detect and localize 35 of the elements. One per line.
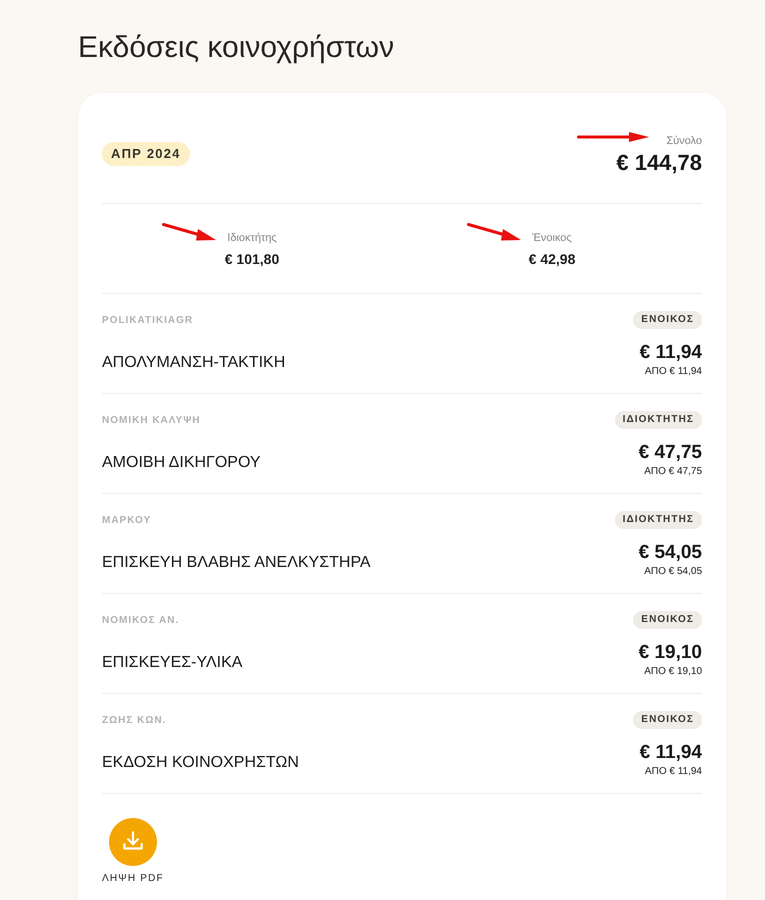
expense-amount: € 54,05 (638, 541, 702, 565)
expense-title: ΑΜΟΙΒΗ ΔΙΚΗΓΟΡΟΥ (102, 452, 261, 472)
expense-title: ΑΠΟΛΥΜΑΝΣΗ-ΤΑΚΤΙΚΗ (102, 352, 286, 372)
payer-tag: ΕΝΟΙΚΟΣ (633, 711, 702, 729)
share-label: Ένοικος (532, 232, 572, 244)
expense-share: ΑΠΟ € 11,94 (644, 365, 702, 378)
expense-share: ΑΠΟ € 11,94 (644, 765, 702, 778)
total-amount: € 144,78 (616, 149, 702, 177)
expense-amount: € 19,10 (638, 641, 702, 665)
payer-tag: ΙΔΙΟΚΤΗΤΗΣ (614, 511, 702, 529)
expense-category: ΖΩΗΣ ΚΩΝ. (102, 714, 166, 726)
expense-amount: € 11,94 (640, 741, 702, 765)
expense-amount: € 47,75 (638, 441, 702, 465)
share-label: Ιδιοκτήτης (227, 232, 277, 244)
expense-share: ΑΠΟ € 54,05 (644, 565, 702, 578)
payer-tag: ΕΝΟΙΚΟΣ (633, 611, 702, 629)
expense-share: ΑΠΟ € 19,10 (644, 665, 702, 678)
expense-title: ΕΚΔΟΣΗ ΚΟΙΝΟΧΡΗΣΤΩΝ (102, 752, 299, 772)
download-button[interactable] (108, 818, 157, 866)
expense-category: ΝΟΜΙΚΟΣ ΑΝ. (102, 614, 180, 626)
expense-amount: € 11,94 (640, 341, 702, 365)
page-title: Εκδόσεις κοινοχρήστων (78, 30, 396, 66)
expense-title: ΕΠΙΣΚΕΥΗ ΒΛΑΒΗΣ ΑΝΕΛΚΥΣΤΗΡΑ (102, 552, 371, 572)
expense-title: ΕΠΙΣΚΕΥΕΣ-ΥΛΙΚΑ (102, 652, 242, 672)
expense-category: ΜΑΡΚΟΥ (102, 514, 152, 526)
share-amount: € 42,98 (528, 250, 576, 268)
total-label: Σύνολο (666, 135, 702, 147)
download-label: ΛΗΨΗ PDF (102, 873, 164, 885)
share-amount: € 101,80 (224, 250, 280, 268)
payer-tag: ΕΝΟΙΚΟΣ (633, 311, 702, 329)
payer-tag: ΙΔΙΟΚΤΗΤΗΣ (614, 411, 702, 429)
expense-category: ΝΟΜΙΚΗ ΚΑΛΥΨΗ (102, 414, 201, 426)
expense-share: ΑΠΟ € 47,75 (644, 465, 702, 478)
period-badge: ΑΠΡ 2024 (102, 142, 190, 166)
expense-category: POLIKATIKIAGR (102, 314, 194, 326)
